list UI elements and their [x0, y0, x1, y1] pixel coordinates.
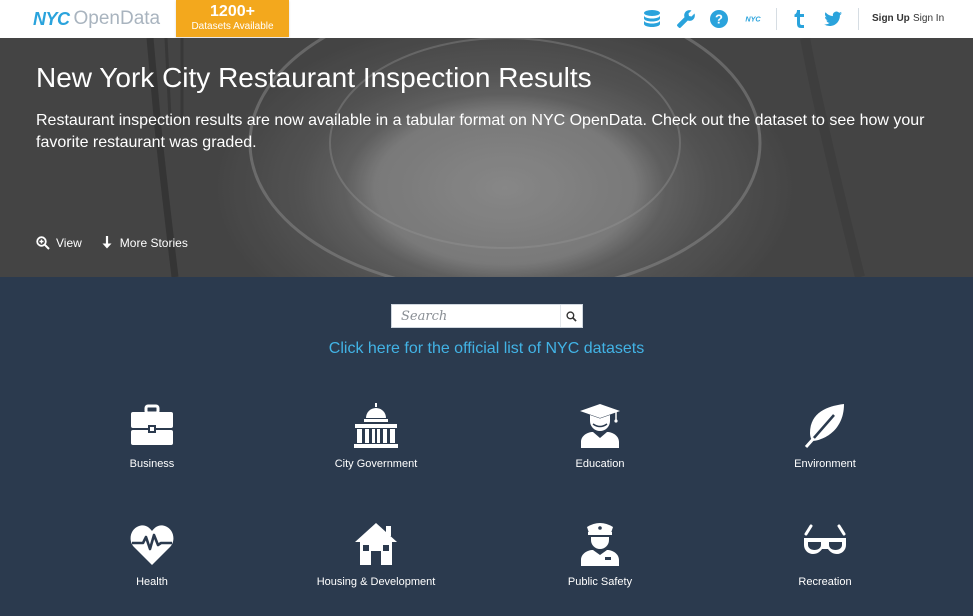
nyc-icon-text: NYC — [745, 15, 761, 24]
search-button[interactable] — [560, 305, 582, 327]
tumblr-icon[interactable] — [788, 8, 810, 30]
graduate-icon — [580, 404, 620, 448]
category-label: Recreation — [798, 576, 852, 588]
view-label: View — [56, 236, 82, 250]
ribbon-label: Datasets Available — [191, 21, 274, 32]
category-label: Education — [575, 458, 625, 470]
database-icon[interactable] — [641, 8, 663, 30]
category-recreation[interactable]: Recreation — [745, 521, 905, 588]
category-business[interactable]: Business — [72, 403, 232, 470]
logo-opendata-text: OpenData — [73, 8, 161, 29]
goggles-icon — [804, 524, 846, 554]
briefcase-icon — [131, 404, 173, 445]
category-label: Public Safety — [567, 576, 633, 588]
category-health[interactable]: Health — [72, 521, 232, 588]
more-stories-button[interactable]: More Stories — [100, 236, 188, 250]
category-label: Health — [136, 576, 168, 588]
ribbon-count: 1200+ — [210, 3, 255, 20]
nyc-opendata-logo[interactable]: NYC OpenData — [33, 8, 161, 29]
svg-text:?: ? — [715, 12, 723, 27]
top-navigation-bar: NYC OpenData 1200+ Datasets Available ? … — [0, 0, 973, 38]
search-input[interactable] — [392, 305, 560, 327]
help-icon[interactable]: ? — [708, 8, 730, 30]
search-icon — [566, 310, 577, 322]
datasets-count-ribbon[interactable]: 1200+ Datasets Available — [176, 0, 289, 37]
nyc-icon[interactable]: NYC — [742, 8, 764, 30]
divider — [776, 8, 777, 30]
heart-pulse-icon — [130, 525, 174, 565]
zoom-in-icon — [36, 236, 50, 250]
category-label: Business — [129, 458, 175, 470]
more-stories-label: More Stories — [119, 236, 188, 250]
search-box — [391, 304, 583, 328]
category-city-government[interactable]: City Government — [296, 403, 456, 470]
official-datasets-link[interactable]: Click here for the official list of NYC … — [0, 340, 973, 358]
hero-banner: New York City Restaurant Inspection Resu… — [0, 38, 973, 277]
category-label: Environment — [794, 458, 856, 470]
sign-in-link[interactable]: Sign In — [913, 13, 944, 24]
arrow-down-icon — [102, 236, 112, 249]
sign-up-link[interactable]: Sign Up — [872, 13, 910, 24]
hero-actions: View More Stories — [36, 236, 206, 250]
hero-title: New York City Restaurant Inspection Resu… — [36, 62, 592, 93]
category-housing-development[interactable]: Housing & Development — [296, 521, 456, 588]
house-icon — [355, 523, 397, 565]
category-label: Housing & Development — [316, 576, 436, 588]
twitter-icon[interactable] — [822, 8, 844, 30]
view-button[interactable]: View — [36, 236, 82, 250]
category-environment[interactable]: Environment — [745, 403, 905, 470]
police-officer-icon — [581, 523, 619, 566]
category-label: City Government — [334, 458, 418, 470]
wrench-icon[interactable] — [675, 8, 697, 30]
leaf-icon — [804, 404, 844, 448]
hero-description: Restaurant inspection results are now av… — [36, 112, 925, 151]
capitol-icon — [354, 403, 398, 448]
category-education[interactable]: Education — [520, 403, 680, 470]
divider — [858, 8, 859, 30]
logo-nyc-text: NYC — [33, 8, 70, 29]
category-public-safety[interactable]: Public Safety — [520, 521, 680, 588]
